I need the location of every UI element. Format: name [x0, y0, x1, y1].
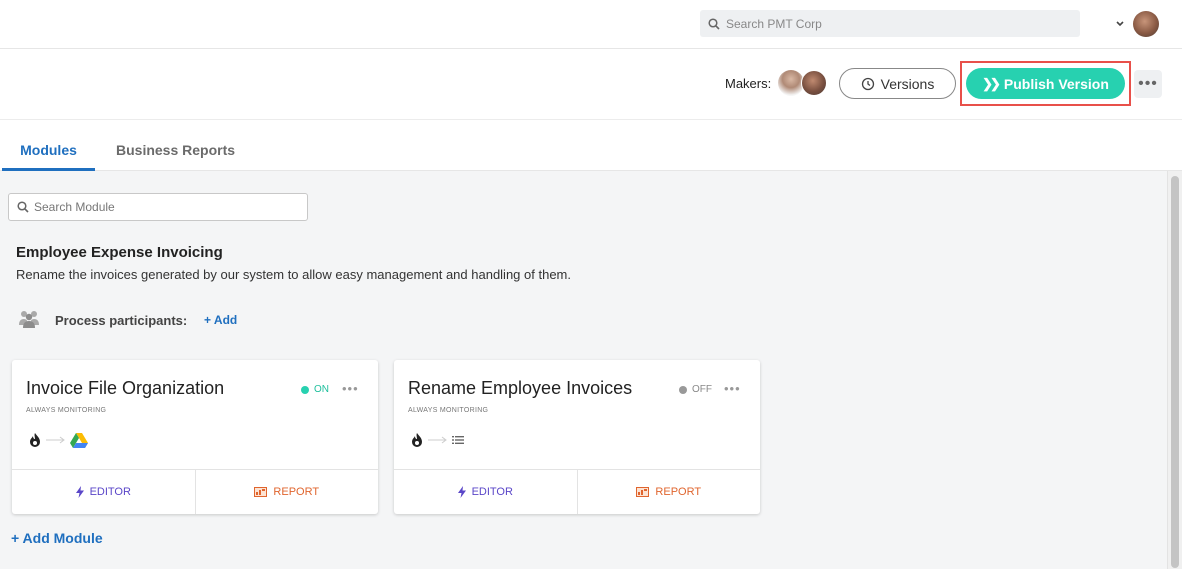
- module-card[interactable]: Rename Employee Invoices ALWAYS MONITORI…: [394, 360, 760, 514]
- module-more-button[interactable]: •••: [342, 381, 359, 396]
- tab-modules[interactable]: Modules: [2, 120, 95, 171]
- report-icon: [254, 487, 268, 497]
- module-actions: EDITOR REPORT: [394, 469, 760, 514]
- add-module-link[interactable]: + Add Module: [11, 530, 103, 546]
- publish-highlight: ❯❯ Publish Version: [960, 61, 1131, 106]
- module-search-input[interactable]: [34, 200, 294, 214]
- chevron-down-icon[interactable]: [1114, 15, 1126, 31]
- module-subtitle: ALWAYS MONITORING: [408, 407, 489, 414]
- arrow-right-icon: [46, 436, 65, 444]
- report-icon: [636, 487, 650, 497]
- process-description: Rename the invoices generated by our sys…: [16, 267, 571, 282]
- module-flow: [410, 432, 464, 448]
- module-subtitle: ALWAYS MONITORING: [26, 407, 107, 414]
- scrollbar[interactable]: [1167, 171, 1182, 569]
- top-bar: [0, 0, 1182, 49]
- maker-avatar[interactable]: [801, 70, 827, 96]
- editor-label: EDITOR: [471, 486, 513, 498]
- report-button[interactable]: REPORT: [576, 470, 761, 514]
- double-chevron-icon: ❯❯: [982, 75, 1001, 91]
- arrow-right-icon: [428, 436, 447, 444]
- tab-bar: Modules Business Reports: [0, 120, 1182, 171]
- participants-label: Process participants:: [55, 313, 188, 328]
- module-title: Invoice File Organization: [26, 378, 225, 398]
- history-icon: [861, 77, 874, 90]
- tab-business-reports[interactable]: Business Reports: [116, 120, 235, 171]
- add-participant-link[interactable]: + Add: [204, 313, 237, 327]
- fire-icon: [30, 433, 40, 447]
- module-more-button[interactable]: •••: [724, 381, 741, 396]
- more-options-button[interactable]: •••: [1134, 70, 1162, 98]
- editor-label: EDITOR: [89, 486, 131, 498]
- report-label: REPORT: [655, 486, 702, 498]
- process-title: Employee Expense Invoicing: [16, 244, 223, 261]
- header-row: Makers: Versions ❯❯ Publish Version •••: [0, 50, 1182, 120]
- makers-label: Makers:: [725, 76, 772, 91]
- report-label: REPORT: [273, 486, 320, 498]
- main-content: Employee Expense Invoicing Rename the in…: [0, 171, 1167, 569]
- versions-label: Versions: [880, 75, 935, 92]
- editor-button[interactable]: EDITOR: [12, 470, 195, 514]
- search-icon: [708, 17, 720, 30]
- global-search[interactable]: [700, 10, 1080, 37]
- status-label: OFF: [692, 384, 712, 395]
- versions-button[interactable]: Versions: [839, 68, 956, 99]
- module-actions: EDITOR REPORT: [12, 469, 378, 514]
- publish-version-button[interactable]: ❯❯ Publish Version: [966, 68, 1125, 99]
- report-button[interactable]: REPORT: [194, 470, 379, 514]
- scrollbar-thumb[interactable]: [1171, 176, 1179, 568]
- search-icon: [17, 201, 29, 213]
- global-search-input[interactable]: [726, 16, 1056, 31]
- status-label: ON: [314, 384, 329, 395]
- more-icon: •••: [1138, 75, 1158, 92]
- publish-label: Publish Version: [1003, 75, 1109, 92]
- editor-button[interactable]: EDITOR: [394, 470, 577, 514]
- module-title: Rename Employee Invoices: [408, 378, 633, 398]
- user-avatar[interactable]: [1133, 11, 1159, 37]
- list-icon: [452, 436, 464, 444]
- lightning-icon: [457, 486, 466, 498]
- module-card[interactable]: Invoice File Organization ALWAYS MONITOR…: [12, 360, 378, 514]
- module-search[interactable]: [8, 193, 308, 221]
- google-drive-icon: [70, 433, 88, 448]
- status-dot: [679, 385, 687, 394]
- module-flow: [28, 432, 88, 448]
- status-toggle[interactable]: OFF: [679, 384, 712, 395]
- participants-icon: [19, 311, 39, 328]
- lightning-icon: [75, 486, 84, 498]
- status-dot: [301, 385, 309, 394]
- fire-icon: [412, 433, 422, 447]
- status-toggle[interactable]: ON: [301, 384, 329, 395]
